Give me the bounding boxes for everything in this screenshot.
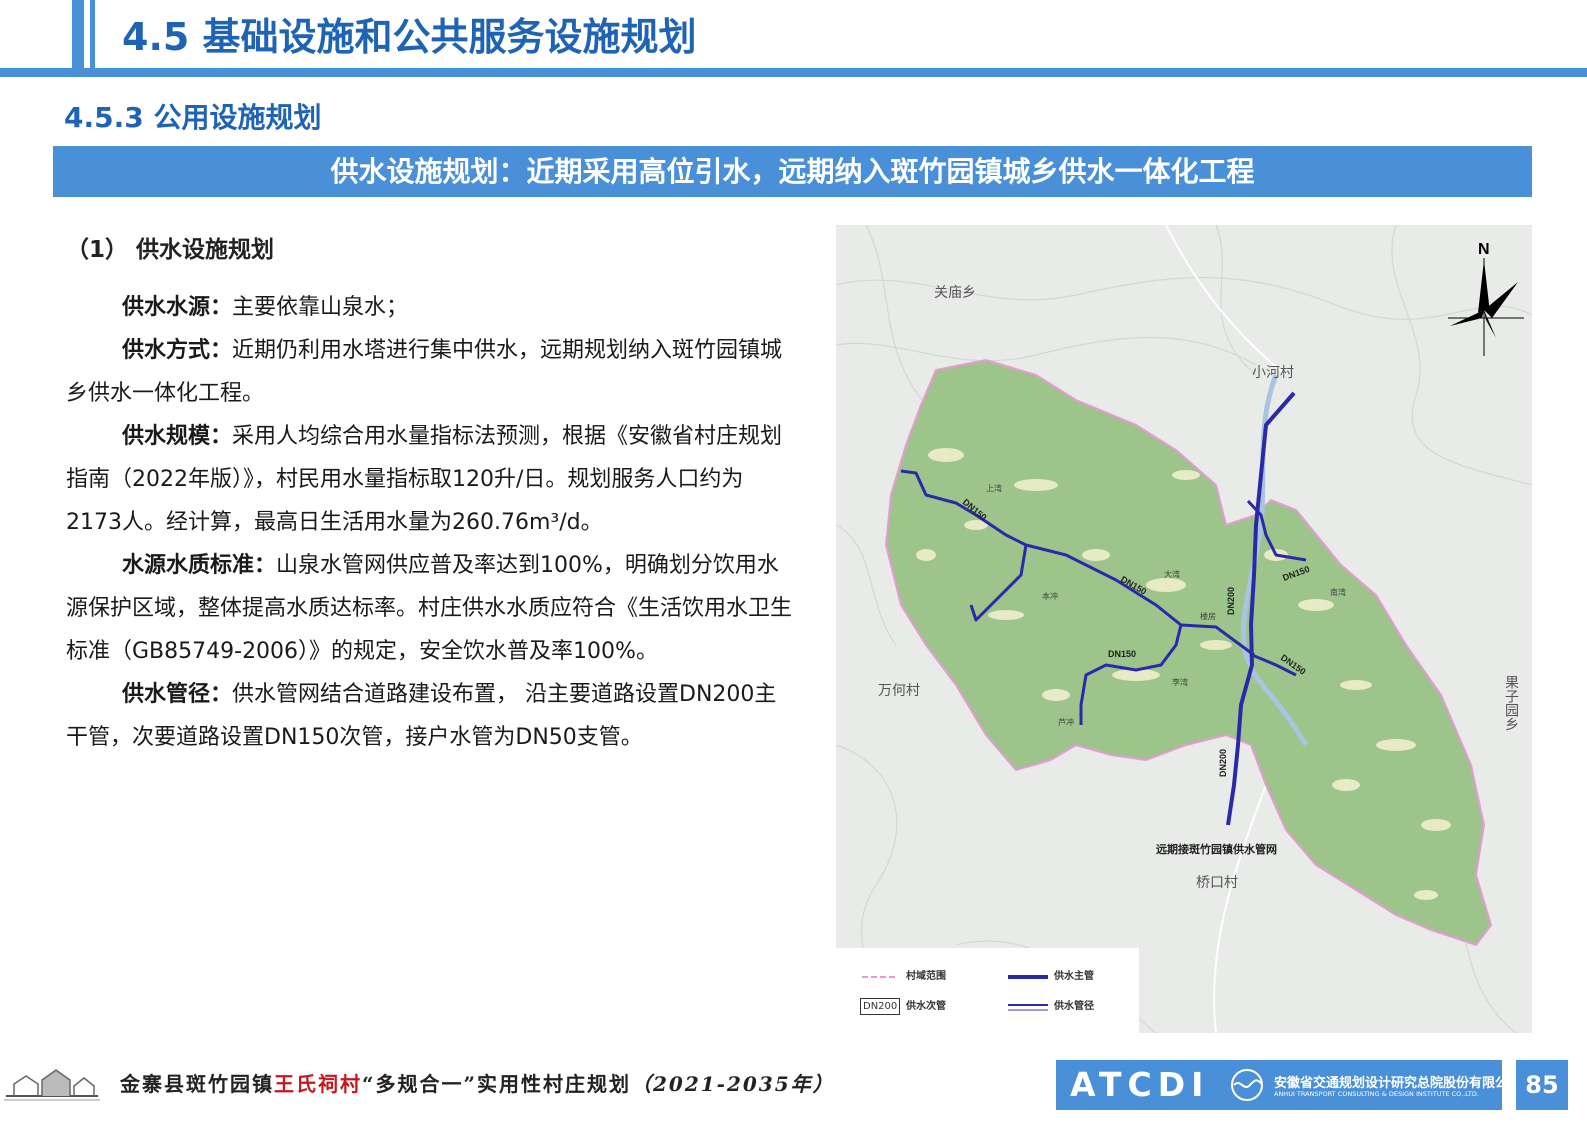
village-boundary: [884, 358, 1493, 947]
place-label-guoziyuan: 果子园乡: [1504, 675, 1520, 731]
paragraph-scale: 供水规模：采用人均综合用水量指标法预测，根据《安徽省村庄规划指南（2022年版）…: [66, 415, 796, 544]
north-arrow-icon: N: [1448, 241, 1524, 356]
atcdi-logo: ATCDI: [1070, 1065, 1210, 1104]
header-accent-bar: [72, 0, 84, 70]
place-label-qiaokou: 桥口村: [1196, 874, 1238, 890]
footer-years: （2021-2035年）: [631, 1072, 835, 1096]
hamlet-nanwan: 南湾: [1330, 587, 1346, 597]
topic-banner: 供水设施规划：近期采用高位引水，远期纳入斑竹园镇城乡供水一体化工程: [53, 146, 1532, 197]
legend-label: 供水次管: [906, 1001, 946, 1012]
paragraph-source: 供水水源：主要依靠山泉水；: [66, 286, 796, 329]
place-label-guanmiao: 关庙乡: [934, 284, 976, 300]
page-number: 85: [1516, 1060, 1568, 1110]
pipe-label-dn200: DN200: [1218, 749, 1228, 777]
legend-label: 供水主管: [1054, 971, 1094, 982]
hamlet-benchong: 本冲: [1042, 591, 1058, 601]
road-north: [1165, 225, 1287, 376]
future-connection-label: 远期接斑竹园镇供水管网: [1156, 842, 1277, 856]
organization-name-en: ANHUI TRANSPORT CONSULTING & DESIGN INST…: [1274, 1090, 1479, 1098]
paragraph-label: 供水规模：: [122, 424, 233, 449]
map-legend: 村域范围 DN200 供水次管 供水主管 供水管径: [836, 948, 1139, 1033]
legend-label: 供水管径: [1054, 1001, 1094, 1012]
paragraph-label: 供水水源：: [122, 295, 233, 320]
organization-name-cn: 安徽省交通规划设计研究总院股份有限公司: [1274, 1076, 1522, 1091]
organization-badge: ATCDI 安徽省交通规划设计研究总院股份有限公司 ANHUI TRANSPOR…: [1056, 1060, 1521, 1110]
village-sketch-logo: [4, 1069, 100, 1101]
header-accent-bar-thin: [90, 0, 95, 70]
hamlet-loufang: 楼房: [1200, 611, 1216, 621]
paragraph-method: 供水方式：近期仍利用水塔进行集中供水，远期规划纳入斑竹园镇城乡供水一体化工程。: [66, 329, 796, 415]
legend-label: 村域范围: [906, 971, 946, 982]
road-south: [1213, 784, 1267, 1033]
compass-label: N: [1478, 241, 1490, 258]
footer-project-title: 金寨县斑竹园镇王氏祠村“多规合一”实用性村庄规划（2021-2035年）: [120, 1068, 835, 1100]
page-title: 4.5 基础设施和公共服务设施规划: [122, 15, 697, 59]
section-subtitle: 4.5.3 公用设施规划: [64, 101, 322, 134]
paragraph-text: 主要依靠山泉水；: [232, 295, 409, 320]
footer-title-part: “多规合一”实用性村庄规划: [362, 1072, 632, 1096]
hamlet-liwan: 李湾: [1172, 677, 1188, 687]
paragraph-quality: 水源水质标准：山泉水管网供应普及率达到100%，明确划分饮用水源保护区域，整体提…: [66, 544, 796, 673]
paragraph-label: 水源水质标准：: [122, 553, 277, 578]
pipe-label-dn200: DN200: [1226, 587, 1236, 615]
wave-icon: [1231, 1069, 1263, 1101]
water-supply-map: 关庙乡 小河村 万何村 桥口村 远期接斑竹园镇供水管网 上湾 大湾 本冲 楼房 …: [836, 225, 1532, 1033]
place-label-xiaohe: 小河村: [1252, 364, 1294, 380]
paragraph-diameter: 供水管径：供水管网结合道路建设布置， 沿主要道路设置DN200主干管，次要道路设…: [66, 673, 796, 759]
text-column: （1） 供水设施规划 供水水源：主要依靠山泉水； 供水方式：近期仍利用水塔进行集…: [66, 228, 796, 759]
hamlet-luchong: 芦冲: [1058, 717, 1074, 727]
section-heading: （1） 供水设施规划: [66, 237, 275, 263]
legend-dn-box: DN200: [860, 998, 901, 1015]
footer-village-name: 王氏祠村: [274, 1072, 362, 1096]
header-divider: [0, 68, 1587, 77]
pipe-label-dn150: DN150: [1108, 649, 1136, 659]
place-label-wanhe: 万何村: [878, 682, 920, 698]
paragraph-label: 供水方式：: [122, 338, 233, 363]
paragraph-label: 供水管径：: [122, 682, 233, 707]
hamlet-dawan: 大湾: [1164, 569, 1180, 579]
footer-title-part: 金寨县斑竹园镇: [120, 1072, 274, 1096]
hamlet-shangwan: 上湾: [986, 483, 1002, 493]
